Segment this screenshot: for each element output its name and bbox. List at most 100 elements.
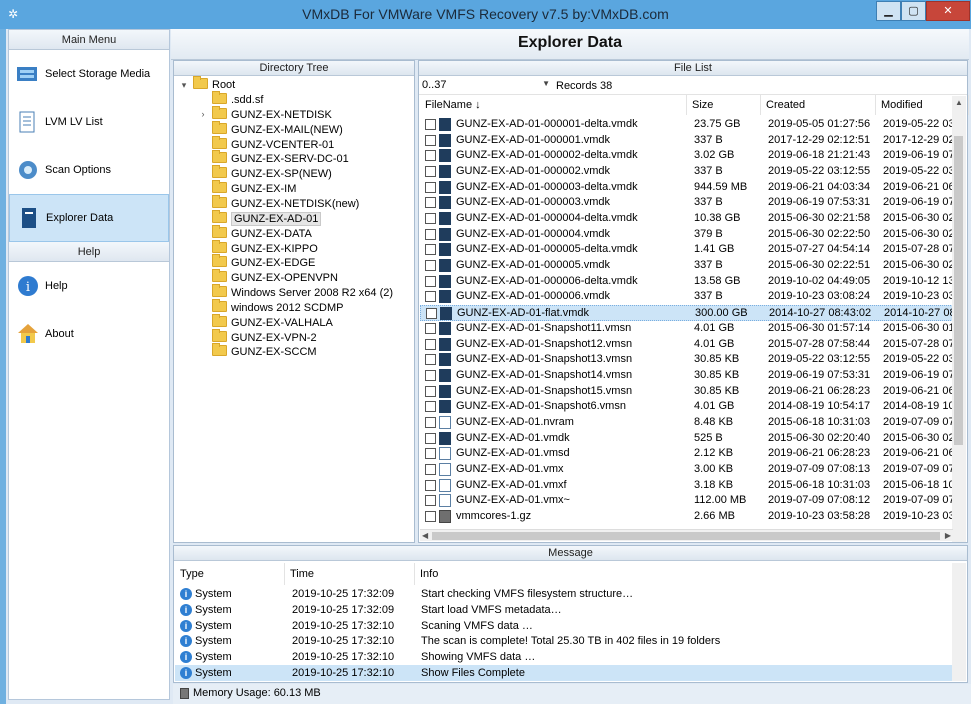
nav-explorer-data[interactable]: Explorer Data — [9, 194, 169, 242]
tree-item[interactable]: GUNZ-EX-VPN-2 — [212, 328, 317, 346]
file-row[interactable]: GUNZ-EX-AD-01.vmx 3.00 KB 2019-07-09 07:08… — [420, 462, 958, 478]
tree-item[interactable]: Windows Server 2008 R2 x64 (2) — [212, 284, 393, 301]
row-checkbox[interactable] — [425, 291, 436, 303]
row-checkbox[interactable] — [425, 134, 436, 146]
tree-item[interactable]: GUNZ-EX-AD-01 — [212, 209, 322, 227]
row-checkbox[interactable] — [425, 322, 436, 334]
row-checkbox[interactable] — [425, 275, 436, 287]
message-row[interactable]: i System 2019-10-25 17:32:09 Start load VMF… — [175, 602, 954, 618]
file-row[interactable]: GUNZ-EX-AD-01-000006-delta.vmdk 13.58 GB 2… — [420, 274, 958, 290]
file-row[interactable]: GUNZ-EX-AD-01-000005-delta.vmdk 1.41 GB 20… — [420, 242, 958, 258]
scroll-up-icon[interactable]: ▲ — [955, 98, 963, 107]
nav-scan-options[interactable]: Scan Options — [9, 146, 169, 194]
scroll-left-icon[interactable]: ◀ — [422, 531, 428, 540]
file-row[interactable]: GUNZ-EX-AD-01-000001.vmdk 337 B 2017-12-29… — [420, 133, 958, 149]
file-row[interactable]: GUNZ-EX-AD-01-000005.vmdk 337 B 2015-06-30… — [420, 258, 958, 274]
minimize-button[interactable]: ▁ — [876, 1, 901, 21]
file-row[interactable]: GUNZ-EX-AD-01-Snapshot14.vmsn 30.85 KB 201… — [420, 368, 958, 384]
nav-select-storage-media[interactable]: Select Storage Media — [9, 50, 169, 98]
tree-item[interactable]: GUNZ-EX-MAIL(NEW) — [212, 120, 343, 138]
nav-help[interactable]: i Help — [9, 262, 169, 310]
row-checkbox[interactable] — [425, 260, 436, 272]
tree-item[interactable]: GUNZ-EX-KIPPO — [212, 239, 318, 257]
file-row[interactable]: GUNZ-EX-AD-01.vmxf 3.18 KB 2015-06-18 10:3… — [420, 478, 958, 494]
row-checkbox[interactable] — [425, 369, 436, 381]
file-row[interactable]: GUNZ-EX-AD-01-000002.vmdk 337 B 2019-05-22… — [420, 164, 958, 180]
row-checkbox[interactable] — [425, 432, 436, 444]
message-row[interactable]: i System 2019-10-25 17:32:10 Show Files Com… — [175, 665, 954, 681]
file-row[interactable]: GUNZ-EX-AD-01-000001-delta.vmdk 23.75 GB 2… — [420, 117, 958, 133]
tree-item[interactable]: GUNZ-VCENTER-01 — [212, 135, 334, 153]
file-row[interactable]: GUNZ-EX-AD-01.vmdk 525 B 2015-06-30 02:20:… — [420, 431, 958, 447]
maximize-button[interactable]: ▢ — [901, 1, 926, 21]
file-row[interactable]: GUNZ-EX-AD-01.vmsd 2.12 KB 2019-06-21 06:2… — [420, 446, 958, 462]
row-checkbox[interactable] — [425, 181, 436, 193]
row-checkbox[interactable] — [425, 354, 436, 366]
tree-item[interactable]: windows 2012 SCDMP — [212, 298, 344, 316]
column-header[interactable]: FileName ↓ — [420, 95, 687, 115]
column-header[interactable]: Time — [285, 563, 415, 585]
tree-item[interactable]: GUNZ-EX-SP(NEW) — [212, 165, 332, 182]
file-row[interactable]: GUNZ-EX-AD-01-000006.vmdk 337 B 2019-10-23… — [420, 289, 958, 305]
file-row[interactable]: GUNZ-EX-AD-01-Snapshot11.vmsn 4.01 GB 2015… — [420, 321, 958, 337]
file-row[interactable]: GUNZ-EX-AD-01-000003.vmdk 337 B 2019-06-19… — [420, 195, 958, 211]
tree-item[interactable]: GUNZ-EX-NETDISK(new) — [212, 194, 359, 212]
message-vscroll[interactable] — [952, 563, 966, 681]
row-checkbox[interactable] — [425, 401, 436, 413]
tree-item[interactable]: GUNZ-EX-SERV-DC-01 — [212, 150, 349, 167]
row-checkbox[interactable] — [425, 197, 436, 209]
expand-arrow-icon[interactable]: ▾ — [179, 80, 189, 91]
message-row[interactable]: i System 2019-10-25 17:32:10 Showing VMFS d… — [175, 649, 954, 665]
file-row[interactable]: GUNZ-EX-AD-01.vmx~ 112.00 MB 2019-07-09 07… — [420, 493, 958, 509]
file-row[interactable]: GUNZ-EX-AD-01-000004-delta.vmdk 10.38 GB 2… — [420, 211, 958, 227]
column-header[interactable]: Created — [761, 95, 876, 115]
message-row[interactable]: i System 2019-10-25 17:32:10 The scan is co… — [175, 633, 954, 649]
message-row[interactable]: i System 2019-10-25 17:32:10 Scaning VMFS d… — [175, 618, 954, 634]
file-list-hscroll[interactable]: ◀ ▶ — [420, 529, 953, 541]
file-row[interactable]: GUNZ-EX-AD-01-Snapshot13.vmsn 30.85 KB 201… — [420, 352, 958, 368]
row-checkbox[interactable] — [425, 166, 436, 178]
row-checkbox[interactable] — [425, 213, 436, 225]
tree-item[interactable]: GUNZ-EX-NETDISK — [212, 105, 332, 123]
file-row[interactable]: GUNZ-EX-AD-01-flat.vmdk 300.00 GB 2014-10-… — [420, 305, 959, 321]
scroll-thumb[interactable] — [954, 136, 963, 445]
file-row[interactable]: GUNZ-EX-AD-01-Snapshot15.vmsn 30.85 KB 201… — [420, 384, 958, 400]
message-row[interactable]: i System 2019-10-25 17:32:09 Start checking… — [175, 586, 954, 602]
row-checkbox[interactable] — [425, 448, 436, 460]
tree-item[interactable]: GUNZ-EX-IM — [212, 180, 296, 197]
file-row[interactable]: GUNZ-EX-AD-01-000002-delta.vmdk 3.02 GB 20… — [420, 148, 958, 164]
row-checkbox[interactable] — [426, 308, 437, 320]
close-button[interactable]: ✕ — [926, 1, 970, 21]
row-checkbox[interactable] — [425, 385, 436, 397]
scroll-right-icon[interactable]: ▶ — [945, 531, 951, 540]
page-selector[interactable]: 0..37 ▼ — [422, 79, 552, 94]
file-row[interactable]: GUNZ-EX-AD-01-Snapshot6.vmsn 4.01 GB 2014-… — [420, 399, 958, 415]
row-checkbox[interactable] — [425, 511, 436, 522]
column-header[interactable]: Size — [687, 95, 761, 115]
row-checkbox[interactable] — [425, 463, 436, 475]
column-header[interactable]: Info — [415, 563, 953, 585]
tree-item[interactable]: GUNZ-EX-DATA — [212, 224, 312, 242]
row-checkbox[interactable] — [425, 416, 436, 428]
file-row[interactable]: GUNZ-EX-AD-01-Snapshot12.vmsn 4.01 GB 2015… — [420, 337, 958, 353]
scroll-thumb[interactable] — [432, 532, 940, 540]
column-header[interactable]: Type — [175, 563, 285, 585]
file-row[interactable]: GUNZ-EX-AD-01.nvram 8.48 KB 2015-06-18 10:… — [420, 415, 958, 431]
expand-arrow-icon[interactable]: › — [198, 109, 208, 119]
row-checkbox[interactable] — [425, 479, 436, 491]
row-checkbox[interactable] — [425, 338, 436, 350]
row-checkbox[interactable] — [425, 150, 436, 162]
file-row[interactable]: GUNZ-EX-AD-01-000003-delta.vmdk 944.59 MB… — [420, 180, 958, 196]
file-row[interactable]: GUNZ-EX-AD-01-000004.vmdk 379 B 2015-06-30… — [420, 227, 958, 243]
tree-item[interactable]: GUNZ-EX-SCCM — [212, 343, 317, 360]
file-row[interactable]: vmmcores-1.gz 2.66 MB 2019-10-23 03:58:28 2… — [420, 509, 958, 525]
row-checkbox[interactable] — [425, 228, 436, 240]
tree-item[interactable]: GUNZ-EX-OPENVPN — [212, 269, 338, 286]
row-checkbox[interactable] — [425, 119, 436, 130]
nav-lvm-lv-list[interactable]: LVM LV List — [9, 98, 169, 146]
nav-about[interactable]: About — [9, 310, 169, 358]
tree-item[interactable]: GUNZ-EX-VALHALA — [212, 313, 333, 331]
row-checkbox[interactable] — [425, 244, 436, 256]
file-list-vscroll[interactable]: ▲ — [952, 96, 966, 542]
row-checkbox[interactable] — [425, 495, 436, 507]
